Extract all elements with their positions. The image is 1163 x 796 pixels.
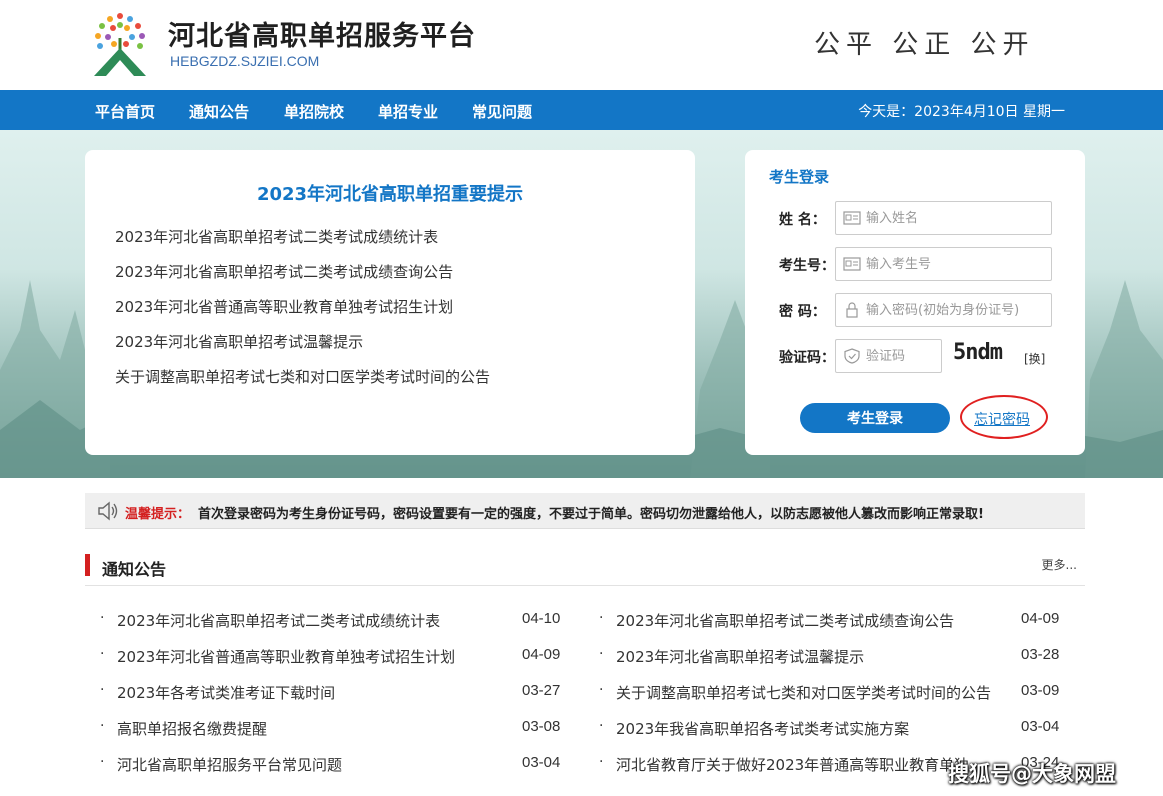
important-tips-card: 2023年河北省高职单招重要提示 2023年河北省高职单招考试二类考试成绩统计表… <box>85 150 695 455</box>
captcha-input[interactable] <box>866 345 936 367</box>
notice-row[interactable]: · 2023年我省高职单招各考试类考试实施方案 03-04 <box>599 718 1079 740</box>
notices-title: 通知公告 <box>102 560 167 579</box>
site-logo-icon[interactable] <box>84 8 156 80</box>
nav-item-majors[interactable]: 单招专业 <box>378 101 438 122</box>
notice-row[interactable]: · 2023年河北省高职单招考试温馨提示 03-28 <box>599 646 1079 668</box>
notice-date: 03-04 <box>522 754 561 771</box>
notice-title[interactable]: 河北省教育厅关于做好2023年普通高等职业教育单独 <box>616 754 969 775</box>
captcha-refresh-link[interactable]: [换] <box>1024 350 1045 367</box>
notice-date: 03-27 <box>522 682 561 699</box>
notice-date: 03-04 <box>1021 718 1060 735</box>
site-url: HEBGZDZ.SJZIEI.COM <box>170 53 320 69</box>
notices-more-link[interactable]: 更多... <box>1042 556 1077 573</box>
notice-title[interactable]: 2023年河北省普通高等职业教育单独考试招生计划 <box>117 646 455 667</box>
current-date: 今天是：2023年4月10日 星期一 <box>858 104 1065 120</box>
main-nav: 平台首页 通知公告 单招院校 单招专业 常见问题 今天是：2023年4月10日 … <box>0 90 1163 130</box>
notice-title[interactable]: 河北省高职单招服务平台常见问题 <box>117 754 342 775</box>
password-label: 密 码： <box>779 304 826 320</box>
bullet-icon: · <box>100 646 105 662</box>
slogan: 公平 公正 公开 <box>814 30 1035 60</box>
bullet-icon: · <box>100 718 105 734</box>
warm-tip-label: 温馨提示： <box>125 507 191 522</box>
notice-row[interactable]: · 河北省高职单招服务平台常见问题 03-04 <box>100 754 575 776</box>
warm-tip-text: 首次登录密码为考生身份证号码，密码设置要有一定的强度，不要过于简单。密码切勿泄露… <box>198 507 984 522</box>
notice-row[interactable]: · 2023年河北省高职单招考试二类考试成绩查询公告 04-09 <box>599 610 1079 632</box>
nav-item-colleges[interactable]: 单招院校 <box>284 101 344 122</box>
id-card-icon <box>843 257 861 271</box>
notice-title[interactable]: 2023年河北省高职单招考试二类考试成绩统计表 <box>117 610 440 631</box>
watermark: 搜狐号@大象网盟 <box>948 762 1116 786</box>
bullet-icon: · <box>599 718 604 734</box>
bullet-icon: · <box>100 754 105 770</box>
name-input[interactable] <box>866 207 1046 229</box>
notice-title[interactable]: 关于调整高职单招考试七类和对口医学类考试时间的公告 <box>616 682 991 703</box>
speaker-icon <box>98 501 118 521</box>
nav-item-notices[interactable]: 通知公告 <box>189 101 249 122</box>
lock-icon <box>846 302 858 318</box>
notice-title[interactable]: 2023年各考试类准考证下载时间 <box>117 682 335 703</box>
notice-date: 03-09 <box>1021 682 1060 699</box>
tips-card-item[interactable]: 关于调整高职单招考试七类和对口医学类考试时间的公告 <box>115 366 490 387</box>
login-button[interactable]: 考生登录 <box>800 403 950 433</box>
notice-date: 04-10 <box>522 610 561 627</box>
bullet-icon: · <box>599 682 604 698</box>
bullet-icon: · <box>599 754 604 770</box>
tips-card-title: 2023年河北省高职单招重要提示 <box>256 184 524 205</box>
notice-row[interactable]: · 2023年河北省高职单招考试二类考试成绩统计表 04-10 <box>100 610 575 632</box>
password-input[interactable] <box>866 299 1046 321</box>
notice-date: 03-08 <box>522 718 561 735</box>
notice-title[interactable]: 高职单招报名缴费提醒 <box>117 718 267 739</box>
forgot-password-link[interactable]: 忘记密码 <box>974 409 1030 429</box>
tips-card-item[interactable]: 2023年河北省高职单招考试温馨提示 <box>115 331 363 352</box>
exam-id-field <box>835 247 1052 281</box>
tips-card-item[interactable]: 2023年河北省普通高等职业教育单独考试招生计划 <box>115 296 453 317</box>
exam-id-input[interactable] <box>866 253 1046 275</box>
password-field <box>835 293 1052 327</box>
id-card-icon <box>843 211 861 225</box>
captcha-field <box>835 339 942 373</box>
notice-row[interactable]: · 关于调整高职单招考试七类和对口医学类考试时间的公告 03-09 <box>599 682 1079 704</box>
captcha-label: 验证码： <box>779 350 835 366</box>
name-field <box>835 201 1052 235</box>
notice-title[interactable]: 2023年河北省高职单招考试二类考试成绩查询公告 <box>616 610 954 631</box>
name-label: 姓 名： <box>779 212 826 228</box>
warm-tip-bar: 温馨提示： 首次登录密码为考生身份证号码，密码设置要有一定的强度，不要过于简单。… <box>85 493 1085 529</box>
notice-title[interactable]: 2023年河北省高职单招考试温馨提示 <box>616 646 864 667</box>
nav-item-faq[interactable]: 常见问题 <box>472 101 532 122</box>
notice-date: 04-09 <box>522 646 561 663</box>
login-card: 考生登录 姓 名： 考生号： 密 码： 验证码： 5ndm [换] 考生登录 忘… <box>745 150 1085 455</box>
tips-card-item[interactable]: 2023年河北省高职单招考试二类考试成绩查询公告 <box>115 261 453 282</box>
bullet-icon: · <box>100 682 105 698</box>
shield-icon <box>844 348 860 364</box>
notice-date: 03-28 <box>1021 646 1060 663</box>
login-title: 考生登录 <box>769 168 830 186</box>
notices-section-header: 通知公告 更多... <box>85 552 1085 586</box>
bullet-icon: · <box>599 646 604 662</box>
notice-title[interactable]: 2023年我省高职单招各考试类考试实施方案 <box>616 718 909 739</box>
notice-row[interactable]: · 2023年各考试类准考证下载时间 03-27 <box>100 682 575 704</box>
nav-item-home[interactable]: 平台首页 <box>95 101 155 122</box>
bullet-icon: · <box>599 610 604 626</box>
captcha-image[interactable]: 5ndm <box>953 340 1003 365</box>
site-header: 河北省高职单招服务平台 HEBGZDZ.SJZIEI.COM 公平 公正 公开 <box>0 0 1163 90</box>
exam-id-label: 考生号： <box>779 258 835 274</box>
notice-row[interactable]: · 2023年河北省普通高等职业教育单独考试招生计划 04-09 <box>100 646 575 668</box>
bullet-icon: · <box>100 610 105 626</box>
tips-card-item[interactable]: 2023年河北省高职单招考试二类考试成绩统计表 <box>115 226 438 247</box>
notice-row[interactable]: · 高职单招报名缴费提醒 03-08 <box>100 718 575 740</box>
site-title: 河北省高职单招服务平台 <box>168 21 476 52</box>
section-accent-bar <box>85 554 90 576</box>
notice-date: 04-09 <box>1021 610 1060 627</box>
